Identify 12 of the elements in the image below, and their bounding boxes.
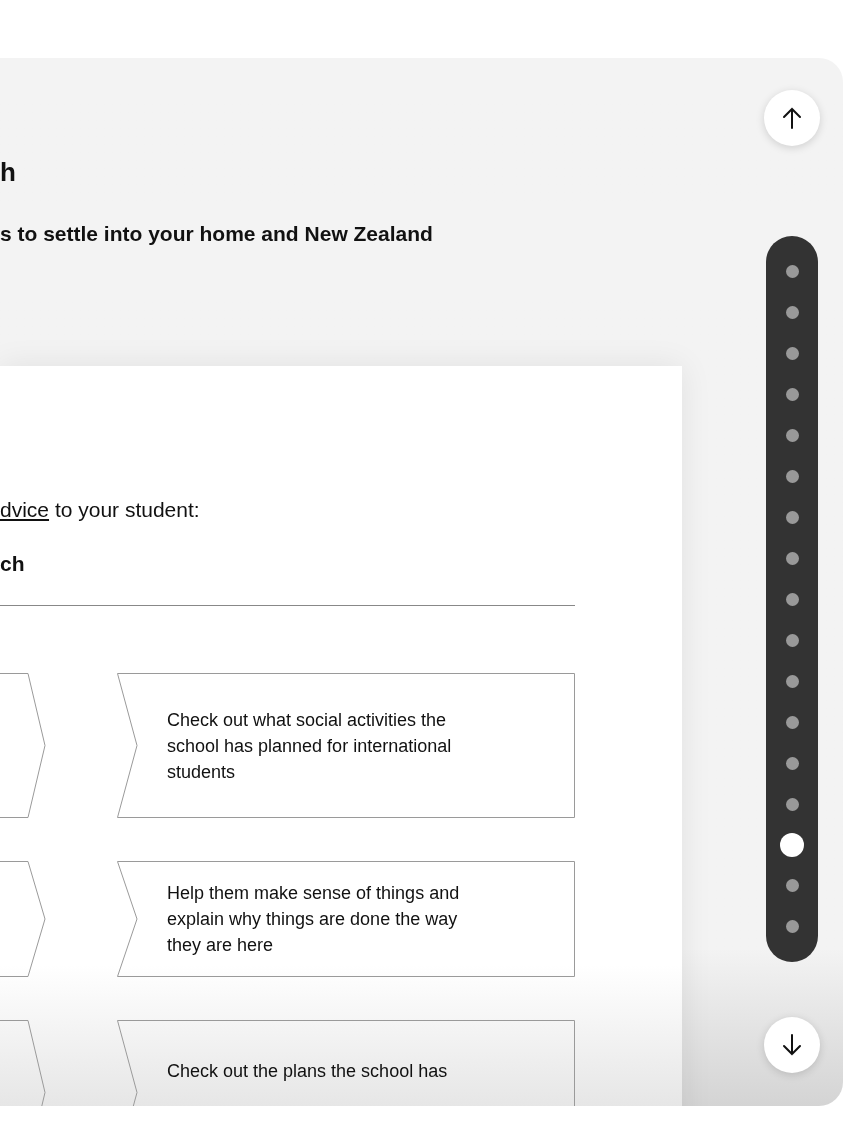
section-heading: ch [0, 551, 26, 577]
scroll-up-button[interactable] [764, 90, 820, 146]
scroll-down-button[interactable] [764, 1017, 820, 1073]
intro-text: dvice to your student: [0, 497, 201, 523]
arrow-down-icon [782, 1034, 802, 1056]
step-text: Check out the plans the school has [167, 1060, 449, 1083]
step-text: Check out what social activities the school has planned for international students [167, 708, 453, 784]
advice-link[interactable]: dvice [0, 498, 50, 521]
arrow-up-icon [782, 107, 802, 129]
step-text: Help them make sense of things and explain why things are done the way they are here [167, 882, 461, 957]
page-heading: h [0, 156, 17, 188]
page-subheading: s to settle into your home and New Zealand [0, 221, 434, 247]
